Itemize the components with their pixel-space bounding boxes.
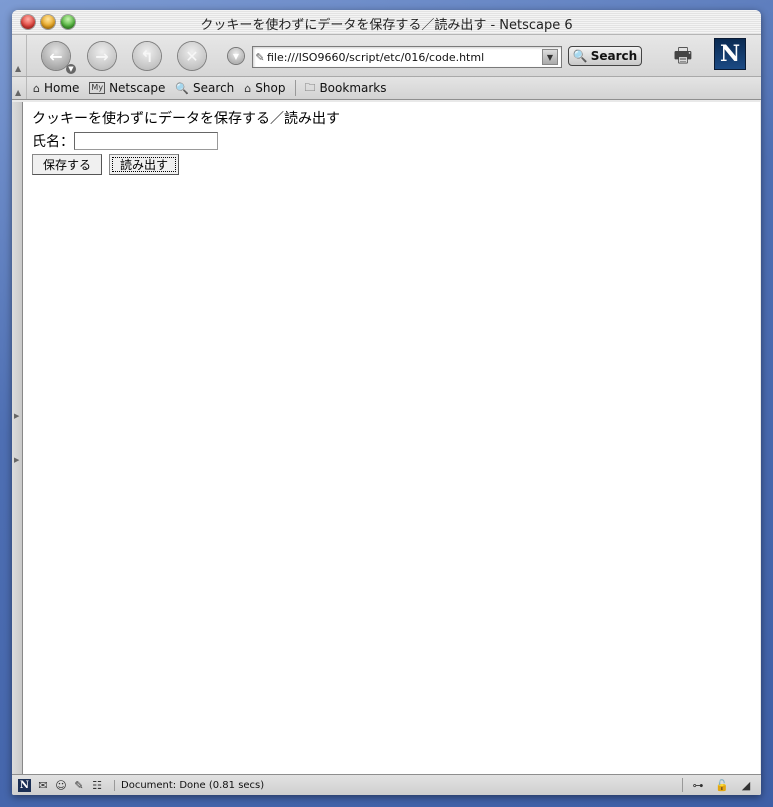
name-row: 氏名： [32, 131, 218, 151]
load-button[interactable]: 読み出す [109, 154, 179, 175]
printer-icon: 🖶 [673, 43, 693, 67]
title-bar[interactable]: クッキーを使わずにデータを保存する／読み出す - Netscape 6 [12, 10, 761, 35]
toolbar-item-label: Home [43, 81, 80, 95]
security-lock-icon[interactable]: 🔓 [713, 779, 731, 792]
url-input[interactable]: file:///ISO9660/script/etc/016/code.html [267, 51, 542, 64]
page-heading: クッキーを使わずにデータを保存する／読み出す [32, 111, 340, 127]
composer-icon[interactable]: ✎ [70, 779, 88, 792]
toolbar-item-search[interactable]: 🔍 Search [175, 81, 234, 95]
toolbar-item-label: Search [193, 81, 235, 95]
button-row: 保存する 読み出す [32, 154, 179, 175]
forward-button[interactable]: → [88, 42, 116, 70]
status-text: Document: Done (0.81 secs) [114, 779, 521, 791]
toolbar-item-label: Shop [255, 81, 286, 95]
go-button[interactable]: ▼ [228, 48, 244, 64]
reload-icon: ↰ [140, 46, 154, 66]
stop-icon: ✕ [185, 46, 199, 66]
stop-button[interactable]: ✕ [178, 42, 206, 70]
status-divider [682, 778, 683, 792]
toolbar-item-bookmarks[interactable]: 🗀 Bookmarks [304, 79, 386, 98]
instant-messenger-icon[interactable]: ☺ [52, 779, 70, 792]
toolbar-item-netscape[interactable]: My Netscape [89, 81, 165, 95]
mail-icon[interactable]: ✉ [34, 779, 52, 792]
expand-sidebar-icon[interactable]: ▶ [14, 456, 19, 464]
forward-arrow-icon: → [95, 46, 109, 66]
chevron-down-icon: ▼ [232, 51, 240, 61]
personal-toolbar-grippy[interactable]: ▲ [12, 77, 27, 99]
status-bar: N ✉ ☺ ✎ ☷ Document: Done (0.81 secs) ⊶ 🔓… [12, 774, 761, 795]
search-button[interactable]: 🔍 Search [568, 46, 642, 66]
bookmarks-folder-icon: 🗀 [304, 80, 316, 94]
name-input[interactable] [74, 132, 218, 150]
netscape-icon[interactable]: N [18, 778, 31, 792]
back-arrow-icon: ← [49, 46, 63, 66]
address-book-icon[interactable]: ☷ [88, 779, 106, 792]
personal-toolbar: ▲ ⌂ Home My Netscape 🔍 Search ⌂ Shop 🗀 B… [12, 77, 761, 100]
toolbar-item-home[interactable]: ⌂ Home [33, 81, 79, 95]
toolbar-grippy[interactable]: ▲ [12, 35, 27, 76]
back-history-dropdown-icon[interactable]: ▼ [66, 64, 76, 74]
reload-button[interactable]: ↰ [133, 42, 161, 70]
toolbar-item-label: Bookmarks [319, 81, 387, 95]
page-content: クッキーを使わずにデータを保存する／読み出す 氏名： 保存する 読み出す [22, 102, 760, 775]
status-right: ⊶ 🔓 ◢ [682, 778, 761, 792]
toolbar-separator [295, 80, 297, 96]
home-icon: ⌂ [33, 81, 40, 95]
search-icon: 🔍 [175, 81, 190, 95]
url-history-dropdown-icon[interactable]: ▼ [542, 49, 558, 65]
shop-icon: ⌂ [244, 81, 252, 95]
magnifier-icon: 🔍 [572, 49, 588, 63]
page-proxy-icon[interactable]: ✎ [253, 51, 267, 64]
toolbar-item-shop[interactable]: ⌂ Shop [244, 81, 285, 95]
navigation-toolbar: ▲ ← ▼ → ↰ ✕ ▼ ✎ file:///ISO9660/script/e… [12, 35, 761, 77]
expand-sidebar-icon[interactable]: ▶ [14, 412, 19, 420]
toolbar-item-label: Netscape [109, 81, 166, 95]
name-label: 氏名： [32, 134, 74, 150]
print-button[interactable]: 🖶 [666, 41, 700, 69]
url-bar[interactable]: ✎ file:///ISO9660/script/etc/016/code.ht… [252, 46, 562, 68]
search-button-label: Search [590, 49, 638, 63]
resize-grip-icon[interactable]: ◢ [737, 779, 755, 792]
window-title: クッキーを使わずにデータを保存する／読み出す - Netscape 6 [200, 18, 573, 33]
browser-window: クッキーを使わずにデータを保存する／読み出す - Netscape 6 ▲ ← … [12, 10, 761, 795]
my-netscape-icon: My [89, 82, 106, 94]
netscape-throbber-logo[interactable]: N [714, 38, 746, 70]
online-status-icon[interactable]: ⊶ [689, 779, 707, 792]
save-button[interactable]: 保存する [32, 154, 102, 175]
